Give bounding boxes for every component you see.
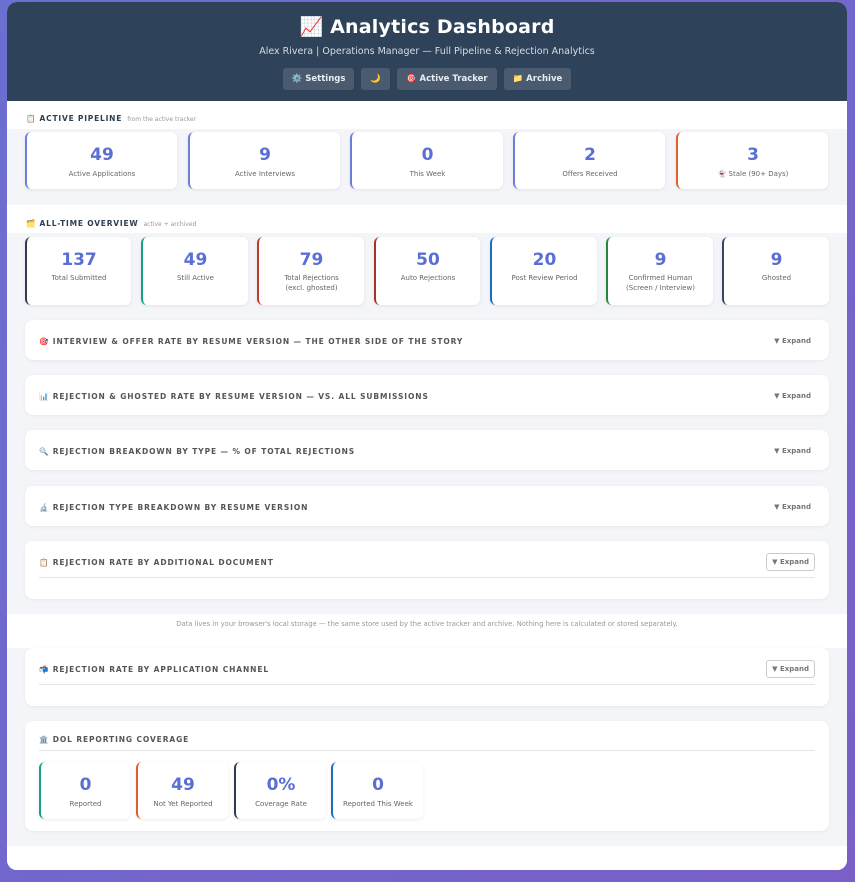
all-time-label: 🗂️ All-Time Overview bbox=[26, 219, 139, 228]
panel-rejection-breakdown-type[interactable]: 🔍 Rejection Breakdown by Type — % of Tot… bbox=[25, 430, 829, 470]
stat-ghosted: 9 Ghosted bbox=[722, 237, 829, 305]
all-time-sublabel: active + archived bbox=[143, 221, 197, 228]
stat-value: 0 bbox=[79, 775, 92, 795]
stat-value: 9 bbox=[770, 250, 783, 270]
active-tracker-button[interactable]: 🎯 Active Tracker bbox=[397, 68, 497, 90]
stat-value: 2 bbox=[584, 145, 596, 165]
divider bbox=[39, 684, 815, 685]
panel-title: 📬 Rejection Rate by Application Channel bbox=[39, 665, 270, 674]
panel-rejection-type-by-resume[interactable]: 🔬 Rejection Type Breakdown by Resume Ver… bbox=[25, 486, 829, 526]
panel-title: 📋 Rejection Rate by Additional Document bbox=[39, 558, 274, 567]
bottom-band bbox=[7, 846, 847, 870]
active-pipeline-label: 📋 Active Pipeline bbox=[26, 114, 123, 123]
stat-label: Reported bbox=[69, 800, 102, 808]
expand-toggle[interactable]: ▼ Expand bbox=[774, 337, 811, 345]
stat-label-secondary: (excl. ghosted) bbox=[285, 284, 338, 292]
panel-title: 📊 Rejection & Ghosted Rate by Resume Ver… bbox=[39, 392, 429, 401]
stat-offers-received: 2 Offers Received bbox=[513, 132, 665, 189]
stat-auto-rejections: 50 Auto Rejections bbox=[374, 237, 480, 305]
theme-toggle-button[interactable]: 🌙 bbox=[361, 68, 390, 90]
stat-reported-this-week: 0 Reported This Week bbox=[331, 762, 423, 819]
stat-label: Active Interviews bbox=[234, 170, 296, 178]
stat-coverage-rate: 0% Coverage Rate bbox=[234, 762, 326, 819]
stat-value: 49 bbox=[183, 250, 208, 270]
stat-value: 9 bbox=[259, 145, 271, 165]
main-content: 📋 Active Pipeline from the active tracker… bbox=[7, 101, 847, 870]
panel-dol-reporting: 🏛️ DOL Reporting Coverage 0 Reported 49 … bbox=[25, 721, 829, 831]
page-subtitle: Alex Rivera | Operations Manager — Full … bbox=[259, 46, 595, 57]
stat-total-rejections: 79 Total Rejections (excl. ghosted) bbox=[257, 237, 364, 305]
panel-title: 🎯 Interview & Offer Rate by Resume Versi… bbox=[39, 337, 464, 346]
stat-label: Coverage Rate bbox=[255, 800, 307, 808]
stat-value: 0 bbox=[372, 775, 384, 795]
stat-active-interviews: 9 Active Interviews bbox=[188, 132, 340, 189]
stat-active-applications: 49 Active Applications bbox=[25, 132, 177, 189]
stat-value: 137 bbox=[61, 250, 97, 270]
archive-button[interactable]: 📁 Archive bbox=[503, 68, 572, 90]
expand-button[interactable]: ▼ Expand bbox=[766, 660, 815, 678]
stat-label: Still Active bbox=[177, 274, 214, 282]
header-buttons: ⚙️ Settings 🌙 🎯 Active Tracker 📁 Archive bbox=[7, 68, 847, 90]
stat-label: Auto Rejections bbox=[400, 274, 456, 282]
stat-value: 50 bbox=[416, 250, 440, 270]
panel-rejection-ghosted-rate[interactable]: 📊 Rejection & Ghosted Rate by Resume Ver… bbox=[25, 375, 829, 415]
panel-rejection-by-channel: 📬 Rejection Rate by Application Channel … bbox=[25, 648, 829, 706]
settings-button[interactable]: ⚙️ Settings bbox=[282, 68, 355, 90]
divider bbox=[39, 577, 815, 578]
header: 📈 Analytics Dashboard Alex Rivera | Oper… bbox=[7, 2, 847, 101]
stat-this-week: 0 This Week bbox=[350, 132, 503, 189]
panel-title: 🔬 Rejection Type Breakdown by Resume Ver… bbox=[39, 503, 309, 512]
expand-toggle[interactable]: ▼ Expand bbox=[774, 392, 811, 400]
stat-label: Not Yet Reported bbox=[153, 800, 213, 808]
stat-value: 20 bbox=[532, 250, 557, 270]
stat-value: 0% bbox=[266, 775, 296, 795]
stat-value: 79 bbox=[299, 250, 324, 270]
stat-value: 49 bbox=[90, 145, 114, 165]
page-title: 📈 Analytics Dashboard bbox=[299, 16, 555, 38]
active-pipeline-heading: 📋 Active Pipeline from the active tracker bbox=[26, 114, 196, 123]
panel-interview-offer-rate[interactable]: 🎯 Interview & Offer Rate by Resume Versi… bbox=[25, 320, 829, 360]
active-pipeline-sublabel: from the active tracker bbox=[127, 116, 197, 123]
dashboard-window: 📈 Analytics Dashboard Alex Rivera | Oper… bbox=[7, 2, 847, 870]
panel-rejection-by-document: 📋 Rejection Rate by Additional Document … bbox=[25, 541, 829, 599]
expand-toggle[interactable]: ▼ Expand bbox=[774, 503, 811, 511]
stat-confirmed-human: 9 Confirmed Human (Screen / Interview) bbox=[606, 237, 713, 305]
expand-toggle[interactable]: ▼ Expand bbox=[774, 447, 811, 455]
stat-not-yet-reported: 49 Not Yet Reported bbox=[136, 762, 228, 819]
stat-label: Total Submitted bbox=[51, 274, 107, 282]
stat-still-active: 49 Still Active bbox=[141, 237, 248, 305]
stat-stale: 3 👻 Stale (90+ Days) bbox=[676, 132, 828, 189]
stat-label: This Week bbox=[409, 170, 446, 178]
stat-reported: 0 Reported bbox=[39, 762, 130, 819]
stat-label-secondary: (Screen / Interview) bbox=[626, 284, 695, 292]
stat-label: Reported This Week bbox=[343, 800, 413, 808]
panel-title: 🔍 Rejection Breakdown by Type — % of Tot… bbox=[39, 447, 356, 456]
panel-title: 🏛️ DOL Reporting Coverage bbox=[39, 735, 190, 744]
all-time-heading: 🗂️ All-Time Overview active + archived bbox=[26, 219, 196, 228]
stat-label: Post Review Period bbox=[511, 274, 578, 282]
stat-label: Offers Received bbox=[562, 170, 618, 178]
stat-label: Active Applications bbox=[68, 170, 136, 178]
stat-post-review-period: 20 Post Review Period bbox=[490, 237, 597, 305]
stat-value: 3 bbox=[747, 145, 759, 165]
stat-value: 49 bbox=[171, 775, 195, 795]
stat-label: Ghosted bbox=[761, 274, 792, 282]
divider bbox=[39, 750, 815, 751]
storage-footnote: Data lives in your browser's local stora… bbox=[176, 620, 678, 628]
stat-label: 👻 Stale (90+ Days) bbox=[717, 170, 789, 178]
stat-value: 0 bbox=[421, 145, 434, 165]
expand-button[interactable]: ▼ Expand bbox=[766, 553, 815, 571]
stat-label: Total Rejections bbox=[284, 274, 339, 282]
stat-total-submitted: 137 Total Submitted bbox=[25, 237, 131, 305]
stat-value: 9 bbox=[654, 250, 667, 270]
stat-label: Confirmed Human bbox=[628, 274, 693, 282]
